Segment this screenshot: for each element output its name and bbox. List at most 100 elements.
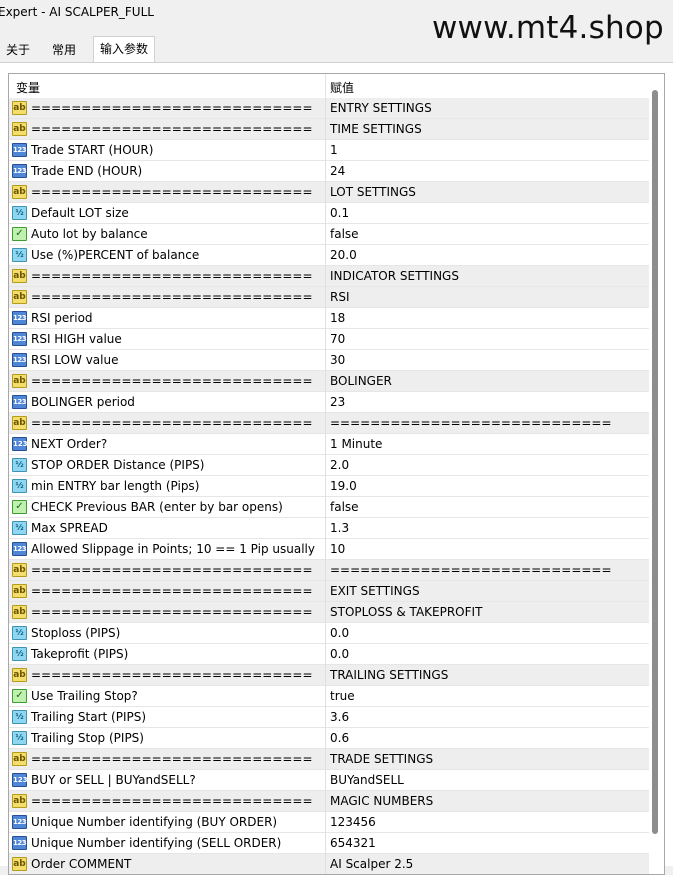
table-row[interactable]: ab ============================ TRAILING S… [9,665,649,686]
table-row[interactable]: ✓ Use Trailing Stop? true [9,686,649,707]
parameter-name: Use Trailing Stop? [31,689,138,703]
table-row[interactable]: 123 Allowed Slippage in Points; 10 == 1 P… [9,539,649,560]
parameter-name: ============================ [31,752,313,766]
parameter-value[interactable]: 24 [330,164,345,178]
cell-divider [325,665,326,686]
table-row[interactable]: ab ============================ LOT SETTIN… [9,182,649,203]
parameter-value[interactable]: 2.0 [330,458,349,472]
table-row[interactable]: ½ Trailing Start (PIPS) 3.6 [9,707,649,728]
table-row[interactable]: ab ============================ INDICATOR … [9,266,649,287]
parameter-value[interactable]: 1 [330,143,338,157]
table-row[interactable]: ab ============================ TIME SETTI… [9,119,649,140]
tab-common[interactable]: 常用 [46,40,82,62]
parameter-value[interactable]: false [330,500,359,514]
parameter-value[interactable]: ============================ [330,563,612,577]
cell-divider [325,308,326,329]
table-row[interactable]: 123 RSI period 18 [9,308,649,329]
parameter-value[interactable]: AI Scalper 2.5 [330,857,413,871]
table-row[interactable]: ✓ Auto lot by balance false [9,224,649,245]
cell-divider [325,728,326,749]
parameter-value[interactable]: BUYandSELL [330,773,404,787]
vertical-scrollbar[interactable] [649,74,664,874]
cell-divider [325,245,326,266]
tab-inputs[interactable]: 输入参数 [93,36,156,64]
table-row[interactable]: ½ min ENTRY bar length (Pips) 19.0 [9,476,649,497]
parameter-value[interactable]: 23 [330,395,345,409]
table-row[interactable]: ab ============================ EXIT SETTI… [9,581,649,602]
table-row[interactable]: ½ Default LOT size 0.1 [9,203,649,224]
integer-type-icon: 123 [12,395,27,409]
parameter-name: ============================ [31,122,313,136]
table-row[interactable]: ab ============================ RSI [9,287,649,308]
parameter-value[interactable]: 19.0 [330,479,357,493]
parameter-value[interactable]: STOPLOSS & TAKEPROFIT [330,605,482,619]
table-row[interactable]: ab ============================ MAGIC NUMB… [9,791,649,812]
tab-about[interactable]: 关于 [0,40,36,62]
table-row[interactable]: 123 Trade START (HOUR) 1 [9,140,649,161]
column-header-value[interactable]: 赋值 [330,79,354,96]
parameter-value[interactable]: 18 [330,311,345,325]
table-row[interactable]: 123 BOLINGER period 23 [9,392,649,413]
parameter-name: ============================ [31,668,313,682]
parameter-value[interactable]: 123456 [330,815,376,829]
table-row[interactable]: ½ Max SPREAD 1.3 [9,518,649,539]
parameter-value[interactable]: TRADE SETTINGS [330,752,433,766]
parameter-value[interactable]: 3.6 [330,710,349,724]
parameter-value[interactable]: LOT SETTINGS [330,185,416,199]
table-row[interactable]: 123 BUY or SELL | BUYandSELL? BUYandSELL [9,770,649,791]
table-row[interactable]: 123 Unique Number identifying (SELL ORDER… [9,833,649,854]
table-row[interactable]: ab ============================ TRADE SETT… [9,749,649,770]
table-row[interactable]: ab ============================ ==========… [9,560,649,581]
parameter-value[interactable]: 10 [330,542,345,556]
parameter-name: Takeprofit (PIPS) [31,647,129,661]
parameter-name: ============================ [31,290,313,304]
parameter-value[interactable]: ============================ [330,416,612,430]
table-row[interactable]: ab ============================ ==========… [9,413,649,434]
parameter-value[interactable]: 1 Minute [330,437,382,451]
parameter-value[interactable]: 0.0 [330,626,349,640]
parameter-value[interactable]: BOLINGER [330,374,392,388]
parameter-value[interactable]: 0.0 [330,647,349,661]
parameter-value[interactable]: true [330,689,355,703]
double-type-icon: ½ [12,206,27,220]
table-row[interactable]: 123 Unique Number identifying (BUY ORDER)… [9,812,649,833]
table-row[interactable]: 123 RSI LOW value 30 [9,350,649,371]
column-header-variable[interactable]: 变量 [16,79,40,96]
parameter-value[interactable]: 1.3 [330,521,349,535]
table-row[interactable]: 123 NEXT Order? 1 Minute [9,434,649,455]
table-row[interactable]: ½ Trailing Stop (PIPS) 0.6 [9,728,649,749]
integer-type-icon: 123 [12,836,27,850]
table-row[interactable]: ab ============================ STOPLOSS &… [9,602,649,623]
cell-divider [325,497,326,518]
parameter-value[interactable]: 20.0 [330,248,357,262]
parameter-value[interactable]: EXIT SETTINGS [330,584,420,598]
table-row[interactable]: ½ Takeprofit (PIPS) 0.0 [9,644,649,665]
parameter-value[interactable]: 0.6 [330,731,349,745]
parameter-value[interactable]: 30 [330,353,345,367]
parameter-value[interactable]: false [330,227,359,241]
parameter-value[interactable]: 654321 [330,836,376,850]
table-row[interactable]: ½ Use (%)PERCENT of balance 20.0 [9,245,649,266]
parameter-value[interactable]: INDICATOR SETTINGS [330,269,459,283]
cell-divider [325,224,326,245]
parameter-value[interactable]: TIME SETTINGS [330,122,422,136]
parameter-value[interactable]: 70 [330,332,345,346]
table-row[interactable]: ab ============================ ENTRY SETT… [9,98,649,119]
parameter-value[interactable]: TRAILING SETTINGS [330,668,448,682]
table-row[interactable]: 123 RSI HIGH value 70 [9,329,649,350]
integer-type-icon: 123 [12,332,27,346]
table-row[interactable]: ½ STOP ORDER Distance (PIPS) 2.0 [9,455,649,476]
table-row[interactable]: ½ Stoploss (PIPS) 0.0 [9,623,649,644]
parameter-value[interactable]: ENTRY SETTINGS [330,101,432,115]
parameter-value[interactable]: 0.1 [330,206,349,220]
parameter-value[interactable]: MAGIC NUMBERS [330,794,433,808]
scrollbar-thumb[interactable] [652,90,658,834]
table-row[interactable]: 123 Trade END (HOUR) 24 [9,161,649,182]
table-row[interactable]: ab ============================ BOLINGER [9,371,649,392]
parameter-value[interactable]: RSI [330,290,350,304]
column-divider[interactable] [325,74,326,98]
string-type-icon: ab [12,416,27,430]
table-row[interactable]: ✓ CHECK Previous BAR (enter by bar opens)… [9,497,649,518]
boolean-type-icon: ✓ [12,689,27,703]
cell-divider [325,476,326,497]
